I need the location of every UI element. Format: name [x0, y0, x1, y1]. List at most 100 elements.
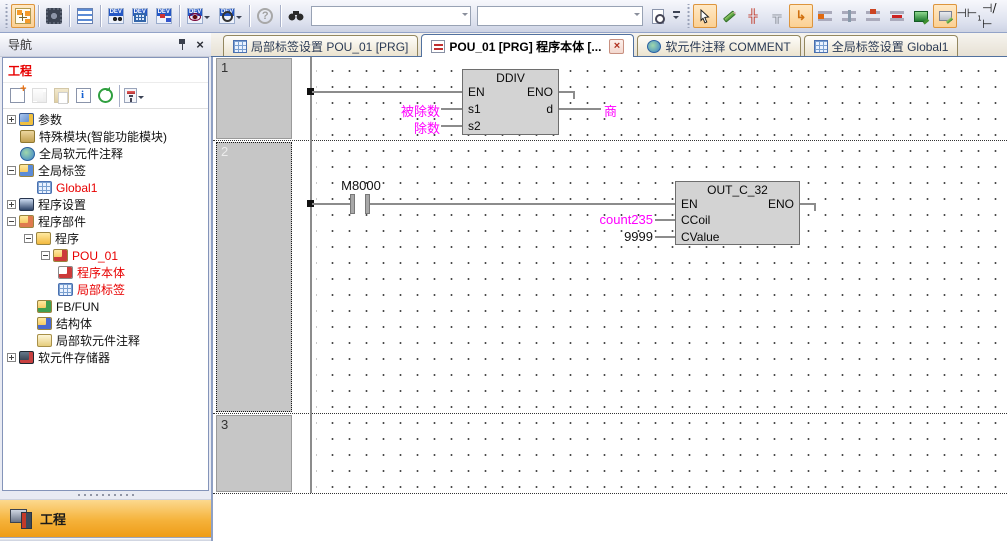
- expander-minus-icon[interactable]: [41, 251, 50, 260]
- connection-display-button[interactable]: ╦: [765, 4, 789, 28]
- paste-icon: [54, 88, 69, 103]
- monitor-write-button[interactable]: [909, 4, 933, 28]
- tree-item-pou01[interactable]: POU_01: [3, 247, 208, 264]
- find-button[interactable]: [284, 4, 308, 28]
- device-table-button[interactable]: [128, 4, 152, 28]
- closed-contact-icon: ⊣/⊢: [982, 0, 1004, 32]
- global-label-icon: [19, 164, 34, 177]
- toolbar-separator: [249, 5, 250, 27]
- project-tree: 参数 特殊模块(智能功能模块) 全局软元件注释 全局标签 Global1 程序设…: [3, 109, 208, 490]
- tree-item-program-body[interactable]: 程序本体: [3, 264, 208, 281]
- open-contact-left-bar[interactable]: [350, 194, 355, 214]
- out-c-32-function-block[interactable]: OUT_C_32 EN CCoil CValue ENO: [675, 181, 800, 245]
- tab-device-comment[interactable]: 软元件注释 COMMENT: [637, 35, 800, 56]
- inline-edit-button[interactable]: [933, 4, 957, 28]
- device-search-button[interactable]: [214, 4, 246, 28]
- find-string-input[interactable]: [314, 10, 461, 22]
- label-table-icon: [814, 40, 828, 53]
- tree-item-program[interactable]: 程序: [3, 230, 208, 247]
- monitor-screen-icon: [914, 11, 928, 22]
- device-batch-button[interactable]: [152, 4, 176, 28]
- toolbar-options-button[interactable]: [670, 4, 684, 28]
- project-section-label: 工程: [3, 58, 208, 83]
- page-search-icon: [652, 9, 664, 24]
- tab-pou01-program-body[interactable]: POU_01 [PRG] 程序本体 [...×: [421, 34, 634, 57]
- outc-ccoil-operand[interactable]: count235: [543, 212, 653, 227]
- expander-plus-icon[interactable]: [7, 200, 16, 209]
- insert-column-button[interactable]: [837, 4, 861, 28]
- rung-3-number-block[interactable]: 3: [216, 415, 292, 492]
- find-device-combobox[interactable]: [477, 6, 643, 26]
- rung-2-number-block[interactable]: 2: [216, 142, 292, 412]
- new-page-icon: [10, 88, 25, 103]
- navigation-body: 工程 参数 特殊模块(智能功能模块) 全局软元件注释 全局标签 Global1 …: [2, 57, 209, 491]
- select-mode-button[interactable]: [693, 4, 717, 28]
- tree-item-program-setting[interactable]: 程序设置: [3, 196, 208, 213]
- expander-plus-icon[interactable]: [7, 353, 16, 362]
- expander-plus-icon[interactable]: [7, 115, 16, 124]
- toolbar-separator: [179, 5, 180, 27]
- ladder-editor[interactable]: 1 2 3 DDIV EN s1 s2 ENO d 被除数 除数 商: [211, 57, 1007, 541]
- help-button[interactable]: ?: [253, 4, 277, 28]
- device-test-button[interactable]: ╬: [741, 4, 765, 28]
- tree-item-local-device-comment[interactable]: 局部软元件注释: [3, 332, 208, 349]
- delete-row-button[interactable]: [861, 4, 885, 28]
- write-mode-button[interactable]: [717, 4, 741, 28]
- project-tree-view-button[interactable]: [11, 4, 35, 28]
- pin-icon[interactable]: [175, 38, 189, 52]
- contact-operand[interactable]: M8000: [325, 178, 397, 193]
- toolbar-overflow-icon: [671, 8, 683, 24]
- paste-button[interactable]: [50, 85, 72, 107]
- ddiv-function-block[interactable]: DDIV EN s1 s2 ENO d: [462, 69, 559, 135]
- ladder-page-icon: [431, 40, 445, 53]
- tree-item-local-label[interactable]: 局部标签: [3, 281, 208, 298]
- find-string-combobox[interactable]: [311, 6, 471, 26]
- device-find-button[interactable]: [104, 4, 128, 28]
- tree-item-structure[interactable]: 结构体: [3, 315, 208, 332]
- tree-item-device-memory[interactable]: 软元件存储器: [3, 349, 208, 366]
- expander-minus-icon[interactable]: [7, 166, 16, 175]
- toolbar-grip[interactable]: [4, 4, 9, 28]
- main-toolbar: ? ╬ ╦ ↳ ⊣⊢1 ⊣/⊢: [0, 0, 1007, 33]
- ddiv-s2-operand[interactable]: 除数: [345, 118, 440, 137]
- close-tab-button[interactable]: ×: [609, 39, 624, 54]
- list-view-button[interactable]: [73, 4, 97, 28]
- delete-column-button[interactable]: [885, 4, 909, 28]
- toolbar-separator: [280, 5, 281, 27]
- toolbar-grip[interactable]: [686, 4, 691, 28]
- tree-item-special-module[interactable]: 特殊模块(智能功能模块): [3, 128, 208, 145]
- rung-1-number-block[interactable]: 1: [216, 58, 292, 139]
- panel-splitter[interactable]: [0, 491, 211, 499]
- new-item-button[interactable]: [6, 85, 28, 107]
- line-connection-button[interactable]: ↳: [789, 4, 813, 28]
- device-display-button[interactable]: [182, 4, 214, 28]
- rung-separator: [213, 140, 1007, 141]
- closed-contact-button[interactable]: ⊣/⊢: [981, 4, 1005, 28]
- expander-minus-icon[interactable]: [24, 234, 33, 243]
- copy-button[interactable]: [28, 85, 50, 107]
- outc-eno-hook: [814, 203, 816, 211]
- refresh-button[interactable]: [94, 85, 116, 107]
- expander-minus-icon[interactable]: [7, 217, 16, 226]
- open-contact-button[interactable]: ⊣⊢1: [957, 4, 981, 28]
- tree-item-fb-fun[interactable]: FB/FUN: [3, 298, 208, 315]
- tree-item-global1[interactable]: Global1: [3, 179, 208, 196]
- tree-item-global-device-comment[interactable]: 全局软元件注释: [3, 145, 208, 162]
- tab-global-label-global1[interactable]: 全局标签设置 Global1: [804, 35, 959, 56]
- tree-item-parameter[interactable]: 参数: [3, 111, 208, 128]
- ddiv-d-operand[interactable]: 商: [604, 101, 617, 120]
- outc-cvalue-operand[interactable]: 9999: [543, 229, 653, 244]
- close-icon[interactable]: ×: [193, 38, 207, 52]
- find-device-input[interactable]: [480, 10, 633, 22]
- page-preview-button[interactable]: [646, 4, 670, 28]
- tree-item-program-parts[interactable]: 程序部件: [3, 213, 208, 230]
- tab-local-label-pou01[interactable]: 局部标签设置 POU_01 [PRG]: [223, 35, 418, 56]
- collapsed-view-bar[interactable]: [0, 537, 211, 541]
- project-view-button[interactable]: 工程: [0, 499, 211, 537]
- property-button[interactable]: [72, 85, 94, 107]
- insert-row-button[interactable]: [813, 4, 837, 28]
- sort-filter-button[interactable]: [123, 85, 145, 107]
- module-configuration-button[interactable]: [42, 4, 66, 28]
- special-module-icon: [20, 130, 35, 143]
- tree-item-global-label[interactable]: 全局标签: [3, 162, 208, 179]
